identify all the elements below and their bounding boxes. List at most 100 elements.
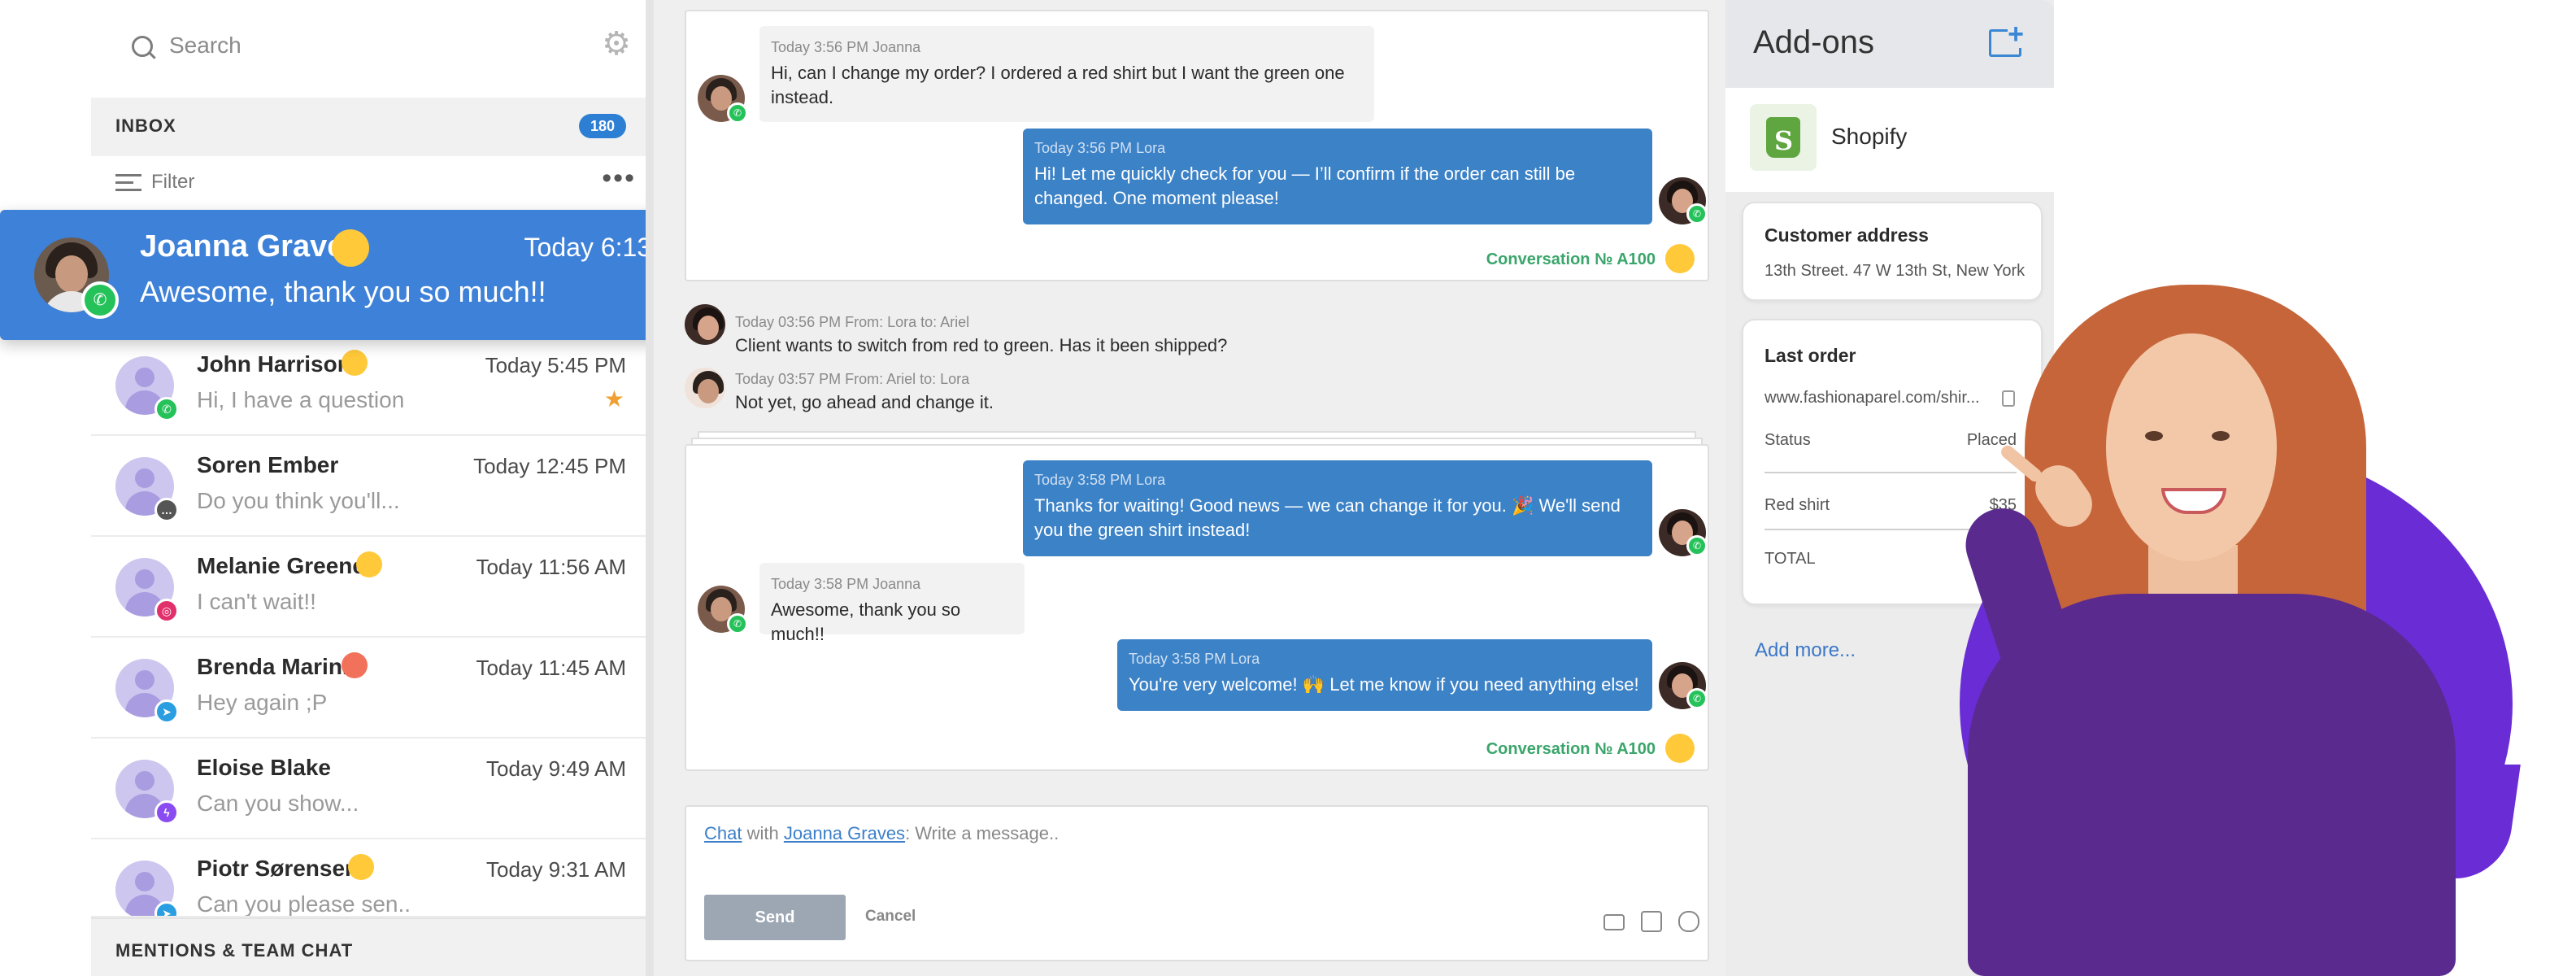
- conversation-item[interactable]: ✆ John Harrison Today 5:45 PM Hi, I have…: [91, 335, 646, 436]
- message-text: You're very welcome! 🙌 Let me know if yo…: [1129, 674, 1639, 695]
- conversation-item[interactable]: … Soren Ember Today 12:45 PM Do you thin…: [91, 436, 646, 537]
- note-text: Client wants to switch from red to green…: [735, 335, 1228, 355]
- inbox-label: INBOX: [115, 115, 176, 136]
- search-bar[interactable]: Search ⚙: [111, 23, 631, 68]
- sticker-icon[interactable]: [1641, 911, 1662, 932]
- contact-name: Piotr Sørensen: [197, 856, 359, 881]
- outgoing-message: Today 3:58 PM Lora Thanks for waiting! G…: [1023, 460, 1652, 556]
- conversation-preview: Hey again ;P: [197, 690, 328, 715]
- avatar: [685, 368, 725, 408]
- message-text: instead.: [771, 87, 834, 107]
- contact-name: Joanna Graves: [140, 229, 362, 264]
- more-options-icon[interactable]: •••: [602, 163, 636, 194]
- conversation-preview: Can you please sen..: [197, 891, 411, 917]
- eye-shape: [2212, 431, 2230, 441]
- whatsapp-icon: ✆: [1686, 688, 1708, 709]
- message-meta: Today 3:56 PM Joanna: [771, 39, 921, 55]
- mentions-label: MENTIONS & TEAM CHAT: [115, 940, 354, 961]
- contact-name: Brenda Marini: [197, 654, 349, 679]
- shopify-addon[interactable]: S Shopify: [1725, 88, 2054, 192]
- conversation-time: Today 9:31 AM: [486, 857, 626, 882]
- conversation-sidebar: Search ⚙ INBOX 180 Filter ••• ✆ John Har…: [91, 0, 646, 976]
- composer-input-line[interactable]: Chat with Joanna Graves: Write a message…: [704, 823, 1059, 844]
- avatar: [685, 304, 725, 345]
- conversation-item[interactable]: ϟ Eloise Blake Today 9:49 AM Can you sho…: [91, 739, 646, 839]
- add-addon-icon[interactable]: [1989, 20, 2024, 57]
- incoming-message: Today 3:56 PM Joanna Hi, can I change my…: [759, 26, 1374, 122]
- outgoing-message: Today 3:58 PM Lora You're very welcome! …: [1117, 639, 1652, 711]
- telegram-icon: ➤: [154, 699, 179, 724]
- message-meta: Today 3:58 PM Lora: [1034, 472, 1166, 488]
- keyboard-icon[interactable]: [1603, 914, 1625, 930]
- conversation-number[interactable]: Conversation № A100: [1486, 251, 1656, 269]
- with-word: with: [746, 823, 779, 843]
- contact-name: Melanie Greene: [197, 553, 365, 578]
- whatsapp-icon: ✆: [727, 102, 748, 124]
- gear-icon[interactable]: ⚙: [602, 28, 631, 60]
- message-input[interactable]: Write a message..: [915, 823, 1059, 843]
- search-input[interactable]: Search: [169, 33, 242, 59]
- search-icon: [132, 36, 153, 57]
- filter-bar[interactable]: Filter •••: [115, 163, 636, 200]
- conversation-preview: Can you show...: [197, 791, 359, 816]
- conversation-preview: I can't wait!!: [197, 589, 316, 614]
- message-text: Awesome, thank you so much!!: [771, 599, 961, 644]
- conversation-item[interactable]: ➤ Piotr Sørensen Today 9:31 AM Can you p…: [91, 839, 646, 917]
- smile-emoji-icon: [348, 854, 374, 880]
- conversation-number[interactable]: Conversation № A100: [1486, 740, 1656, 759]
- card-title: Customer address: [1764, 224, 1929, 246]
- send-button[interactable]: Send: [704, 895, 846, 940]
- message-meta: Today 3:58 PM Lora: [1129, 651, 1260, 667]
- addons-header: Add-ons: [1725, 0, 2054, 88]
- message-text: Hi, can I change my order? I ordered a r…: [771, 63, 1345, 83]
- conversation-preview: Do you think you'll...: [197, 488, 400, 513]
- conversation-time: Today 5:45 PM: [485, 353, 626, 377]
- outgoing-message: Today 3:56 PM Lora Hi! Let me quickly ch…: [1023, 129, 1652, 224]
- star-icon[interactable]: ★: [604, 386, 624, 412]
- message-composer: Chat with Joanna Graves: Write a message…: [685, 805, 1709, 961]
- incoming-message: Today 3:58 PM Joanna Awesome, thank you …: [759, 563, 1025, 644]
- paperclip-icon[interactable]: [1678, 911, 1699, 932]
- contact-link[interactable]: Joanna Graves: [784, 823, 905, 843]
- smile-emoji-icon: [332, 229, 369, 267]
- filter-icon[interactable]: [115, 174, 141, 192]
- smile-emoji-icon: [1665, 734, 1695, 763]
- smile-emoji-icon: [342, 350, 368, 376]
- inbox-header[interactable]: INBOX 180: [91, 98, 646, 156]
- shopify-logo-icon: S: [1750, 104, 1817, 171]
- messenger-icon: ϟ: [154, 800, 179, 825]
- conversation-item[interactable]: ◎ Melanie Greene Today 11:56 AM I can't …: [91, 537, 646, 638]
- telegram-icon: ➤: [154, 901, 179, 916]
- chat-mode-link[interactable]: Chat: [704, 823, 742, 843]
- message-text: Hi! Let me quickly check for you — I’ll …: [1034, 163, 1576, 184]
- smile-emoji-icon: [356, 551, 382, 577]
- total-label: TOTAL: [1764, 550, 1816, 568]
- whatsapp-icon: ✆: [727, 613, 748, 634]
- conversation-panel: ✆ Today 3:56 PM Joanna Hi, can I change …: [685, 10, 1709, 281]
- note-meta: Today 03:56 PM From: Lora to: Ariel: [735, 314, 970, 330]
- note-text: Not yet, go ahead and change it.: [735, 392, 994, 412]
- conversation-item[interactable]: ➤ Brenda Marini Today 11:45 AM Hey again…: [91, 638, 646, 739]
- contact-name: Eloise Blake: [197, 755, 331, 780]
- conversation-preview: Hi, I have a question: [197, 387, 405, 412]
- mentions-team-chat-tab[interactable]: MENTIONS & TEAM CHAT: [91, 917, 646, 976]
- conversation-time: Today 11:45 AM: [476, 656, 626, 680]
- card-title: Last order: [1764, 345, 1856, 366]
- highlighted-conversation-card[interactable]: ✆ Joanna Graves Today 6:13 PM Awesome, t…: [0, 210, 720, 340]
- contact-name: Soren Ember: [197, 452, 339, 477]
- contact-name: John Harrison: [197, 351, 351, 377]
- conversation-panel: Today 3:58 PM Lora Thanks for waiting! G…: [685, 444, 1709, 771]
- smile-emoji-icon: [1665, 244, 1695, 273]
- cancel-button[interactable]: Cancel: [865, 908, 916, 926]
- conversation-preview: Awesome, thank you so much!!: [140, 275, 546, 308]
- add-more-link[interactable]: Add more...: [1755, 639, 1856, 662]
- note-meta: Today 03:57 PM From: Ariel to: Lora: [735, 371, 970, 387]
- whatsapp-icon: ✆: [81, 281, 119, 319]
- whatsapp-icon: ✆: [1686, 535, 1708, 556]
- face-shape: [2106, 333, 2277, 561]
- whatsapp-icon: ✆: [154, 397, 179, 421]
- status-label: Status: [1764, 431, 1811, 449]
- addons-title: Add-ons: [1753, 24, 1874, 60]
- message-meta: Today 3:56 PM Lora: [1034, 140, 1166, 156]
- message-text: changed. One moment please!: [1034, 188, 1279, 208]
